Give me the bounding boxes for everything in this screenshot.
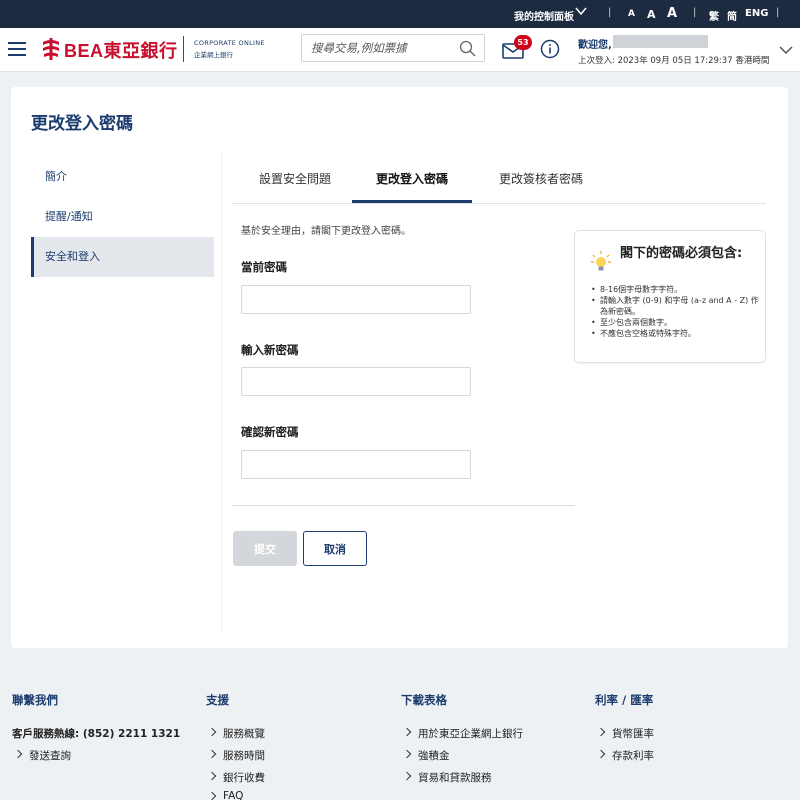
list-item: 不應包含空格或特殊字符。 — [591, 328, 763, 339]
password-rules-title: 閣下的密碼必須包含: — [620, 246, 743, 261]
customer-hotline: 客戶服務熱線: (852) 2211 1321 — [12, 728, 181, 740]
sidebar-item-security[interactable]: 安全和登入 — [31, 237, 214, 277]
divider: | — [608, 7, 612, 18]
footer-rates-heading: 利率 / 匯率 — [595, 693, 654, 707]
password-rules-list: 8-16個字母數字字符。 請輸入數字 (0-9) 和字母 (a-z and A … — [591, 284, 763, 339]
confirm-password-label: 確認新密碼 — [241, 425, 299, 439]
footer-link-service-overview[interactable]: 服務概覽 — [208, 726, 265, 741]
new-password-label: 輸入新密碼 — [241, 343, 299, 357]
footer-link-corporate-online-forms[interactable]: 用於東亞企業網上銀行 — [403, 726, 523, 741]
cancel-button[interactable]: 取消 — [303, 531, 367, 566]
footer: 聯繫我們 客戶服務熱線: (852) 2211 1321 發送查詢 支援 服務概… — [0, 670, 800, 800]
menu-icon[interactable] — [8, 42, 26, 56]
tab-change-approver-password[interactable]: 更改簽核者密碼 — [481, 161, 601, 203]
sidebar-item-alerts[interactable]: 提醒/通知 — [31, 197, 214, 237]
lang-traditional-button[interactable]: 繁 — [709, 8, 719, 23]
divider: | — [776, 7, 780, 18]
dashboard-menu[interactable]: 我的控制面板 — [514, 8, 574, 23]
footer-link-fx-rates[interactable]: 貨幣匯率 — [597, 726, 654, 741]
main-header: BEA東亞銀行 CORPORATE ONLINE 企業網上銀行 53 歡迎您, … — [0, 28, 800, 72]
lang-english-button[interactable]: ENG — [745, 8, 768, 19]
corporate-online-label-zh: 企業網上銀行 — [194, 51, 233, 59]
divider — [221, 153, 222, 631]
footer-contact-heading: 聯繫我們 — [12, 693, 58, 707]
footer-link-deposit-rates[interactable]: 存款利率 — [597, 748, 654, 763]
lightbulb-icon — [591, 251, 611, 271]
search-input[interactable] — [302, 35, 452, 61]
tab-change-login-password[interactable]: 更改登入密碼 — [352, 161, 472, 203]
intro-text: 基於安全理由，請閣下更改登入密碼。 — [241, 226, 411, 237]
password-rules-panel: 閣下的密碼必須包含: 8-16個字母數字字符。 請輸入數字 (0-9) 和字母 … — [574, 230, 766, 363]
footer-link-bank-charges[interactable]: 銀行收費 — [208, 770, 265, 785]
chevron-down-icon[interactable] — [779, 45, 793, 55]
submit-button[interactable]: 提交 — [233, 531, 297, 566]
bea-logo-icon[interactable] — [41, 38, 61, 60]
bank-logo-text[interactable]: BEA東亞銀行 — [64, 37, 178, 63]
footer-support-heading: 支援 — [206, 693, 229, 707]
unread-badge: 53 — [514, 35, 532, 50]
list-item: 至少包含兩個數字。 — [591, 317, 763, 328]
tab-security-question[interactable]: 設置安全問題 — [240, 161, 350, 203]
footer-link-mpf[interactable]: 強積金 — [403, 748, 450, 763]
corporate-online-label: CORPORATE ONLINE — [194, 39, 265, 47]
utility-bar: 我的控制面板 | A A A | 繁 简 ENG | — [0, 0, 800, 28]
divider — [232, 505, 575, 506]
current-password-field[interactable] — [241, 285, 471, 314]
footer-link-faq[interactable]: FAQ — [208, 790, 243, 800]
page-title: 更改登入密碼 — [31, 114, 133, 134]
last-login-text: 上次登入: 2023年 09月 05日 17:29:37 香港時間 — [578, 56, 770, 66]
logo-divider — [183, 36, 184, 62]
footer-downloads-heading: 下載表格 — [401, 693, 447, 707]
welcome-text: 歡迎您, — [578, 40, 612, 51]
font-size-medium-button[interactable]: A — [647, 8, 656, 21]
content-card: 更改登入密碼 簡介 提醒/通知 安全和登入 設置安全問題 更改登入密碼 更改簽核… — [11, 87, 788, 648]
list-item: 8-16個字母數字字符。 — [591, 284, 763, 295]
redacted-user-name — [613, 35, 708, 48]
footer-link-trade-loan[interactable]: 貿易和貸款服務 — [403, 770, 492, 785]
list-item: 請輸入數字 (0-9) 和字母 (a-z and A - Z) 作為新密碼。 — [591, 295, 763, 317]
footer-link-send-enquiry[interactable]: 發送查詢 — [14, 748, 71, 763]
divider: | — [693, 7, 697, 18]
search-box — [301, 34, 485, 62]
lang-simplified-button[interactable]: 简 — [727, 8, 737, 23]
footer-link-service-hours[interactable]: 服務時間 — [208, 748, 265, 763]
tabs-underline — [232, 203, 766, 204]
info-icon[interactable] — [540, 39, 560, 59]
font-size-small-button[interactable]: A — [628, 9, 635, 19]
sidebar-item-intro[interactable]: 簡介 — [31, 157, 214, 197]
current-password-label: 當前密碼 — [241, 260, 287, 274]
confirm-password-field[interactable] — [241, 450, 471, 479]
search-icon[interactable] — [459, 40, 476, 57]
new-password-field[interactable] — [241, 367, 471, 396]
chevron-down-icon[interactable] — [575, 6, 587, 16]
font-size-large-button[interactable]: A — [667, 6, 677, 21]
